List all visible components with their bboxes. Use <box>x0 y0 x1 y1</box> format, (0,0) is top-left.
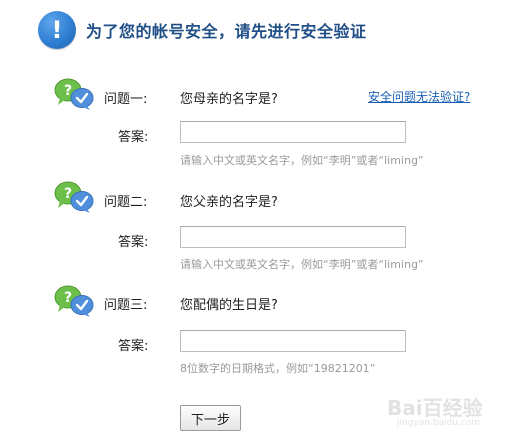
answer-3-hint: 8位数字的日期格式，例如“19821201” <box>180 362 376 375</box>
question-2-label: 问题二: <box>104 195 148 210</box>
next-step-button[interactable]: 下一步 <box>180 405 241 431</box>
watermark-url: jingyan.baidu.com <box>397 418 481 428</box>
question-1-text: 您母亲的名字是? <box>180 92 278 107</box>
answer-2-hint: 请输入中文或英文名字，例如“李明”或者“liming” <box>180 258 424 271</box>
answer-1-input[interactable] <box>180 121 406 143</box>
answer-2-label: 答案: <box>118 235 149 250</box>
question-2-text: 您父亲的名字是? <box>180 195 278 210</box>
question-bubble-icon: ? <box>54 285 94 317</box>
page-header: ! 为了您的帐号安全，请先进行安全验证 <box>38 10 367 50</box>
cannot-verify-link[interactable]: 安全问题无法验证? <box>368 88 470 105</box>
page-title: 为了您的帐号安全，请先进行安全验证 <box>86 22 367 41</box>
exclamation-mark: ! <box>51 16 63 44</box>
baidu-jingyan-watermark: Bai百经验 jingyan.baidu.com <box>387 392 497 432</box>
question-3-text: 您配偶的生日是? <box>180 298 278 313</box>
answer-1-label: 答案: <box>118 130 149 145</box>
question-bubble-icon: ? <box>54 78 94 110</box>
answer-2-input[interactable] <box>180 226 406 248</box>
watermark-logo: Bai百经验 <box>387 396 483 420</box>
exclamation-icon: ! <box>38 11 76 49</box>
question-bubble-icon: ? <box>54 181 94 213</box>
answer-1-hint: 请输入中文或英文名字，例如“李明”或者“liming” <box>180 154 424 167</box>
question-3-label: 问题三: <box>104 298 148 313</box>
question-1-label: 问题一: <box>104 92 148 107</box>
answer-3-label: 答案: <box>118 339 149 354</box>
answer-3-input[interactable] <box>180 330 406 352</box>
